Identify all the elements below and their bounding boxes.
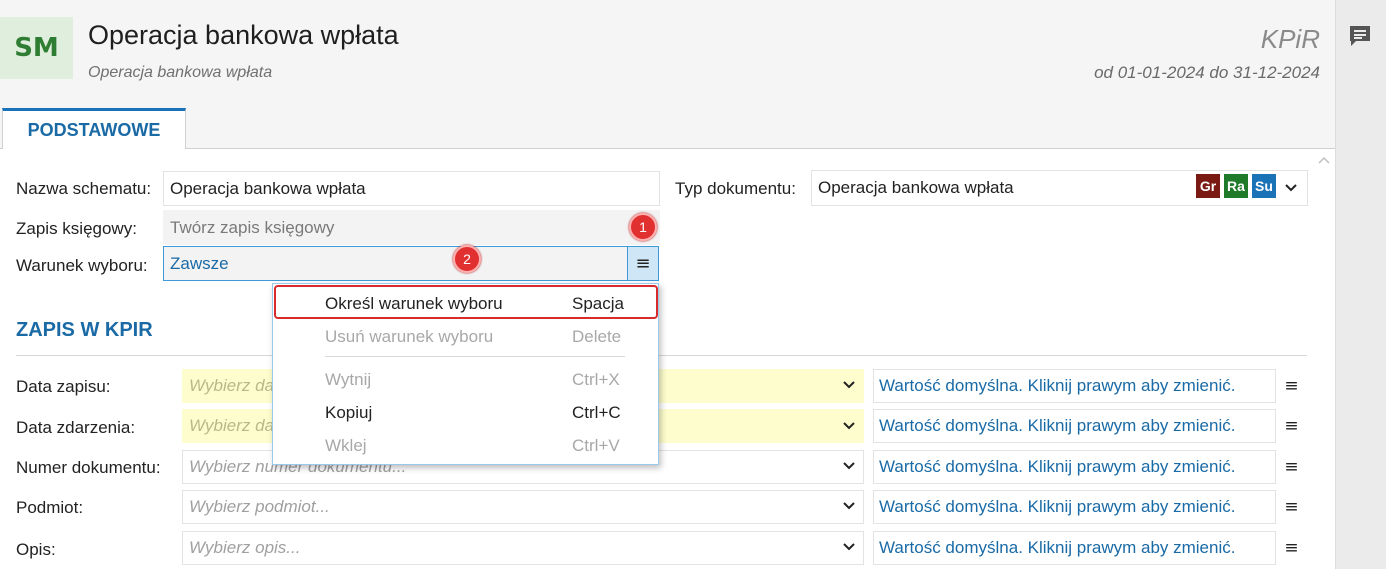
- menu-item-label: Wklej: [325, 436, 367, 455]
- chat-icon[interactable]: [1346, 22, 1374, 50]
- doc-type-ra-button[interactable]: Ra: [1224, 174, 1248, 198]
- section-title-kpir: ZAPIS W KPIR: [16, 319, 153, 341]
- menu-item-shortcut: Ctrl+V: [572, 436, 620, 455]
- menu-item-shortcut: Delete: [572, 327, 622, 346]
- menu-item-shortcut: Ctrl+C: [572, 403, 621, 422]
- avatar-badge: SM: [0, 17, 73, 79]
- description-select[interactable]: Wybierz opis...: [182, 531, 864, 565]
- chevron-down-icon[interactable]: [842, 499, 856, 513]
- menu-item-copy[interactable]: Kopiuj Ctrl+C: [273, 397, 658, 429]
- section-divider: [16, 355, 1307, 356]
- party-select[interactable]: Wybierz podmiot...: [182, 490, 864, 524]
- row-menu-button[interactable]: ≡: [1276, 450, 1307, 484]
- menu-item-paste[interactable]: Wklej Ctrl+V: [273, 430, 658, 462]
- default-value-link[interactable]: Wartość domyślna. Kliknij prawym aby zmi…: [873, 369, 1276, 403]
- row-label: Numer dokumentu:: [16, 458, 161, 477]
- row-menu-button[interactable]: ≡: [1276, 409, 1307, 443]
- row-label: Podmiot:: [16, 498, 84, 517]
- page-title: Operacja bankowa wpłata: [88, 20, 399, 50]
- right-sidebar: [1335, 0, 1386, 569]
- menu-item-label: Wytnij: [325, 370, 372, 389]
- menu-item-remove-condition[interactable]: Usuń warunek wyboru Delete: [273, 321, 658, 353]
- row-label: Data zdarzenia:: [16, 418, 136, 437]
- default-value-link[interactable]: Wartość domyślna. Kliknij prawym aby zmi…: [873, 450, 1276, 484]
- row-menu-button[interactable]: ≡: [1276, 490, 1307, 524]
- event-date-placeholder: Wybierz da: [189, 416, 275, 435]
- entry-label: Zapis księgowy:: [16, 219, 137, 238]
- name-label: Nazwa schematu:: [16, 179, 152, 198]
- date-entry-placeholder: Wybierz da: [189, 376, 275, 395]
- entry-field[interactable]: Twórz zapis księgowy: [163, 210, 660, 245]
- menu-separator: [325, 356, 625, 357]
- chevron-down-icon[interactable]: [842, 459, 856, 473]
- header: [0, 0, 1335, 106]
- default-value-link[interactable]: Wartość domyślna. Kliknij prawym aby zmi…: [873, 409, 1276, 443]
- menu-item-shortcut: Ctrl+X: [572, 370, 620, 389]
- page-subtitle: Operacja bankowa wpłata: [88, 64, 273, 81]
- chevron-down-icon[interactable]: [842, 540, 856, 554]
- doc-type-gr-button[interactable]: Gr: [1196, 174, 1220, 198]
- row-label: Data zapisu:: [16, 377, 111, 396]
- chevron-down-icon[interactable]: [842, 419, 856, 433]
- doc-type-su-button[interactable]: Su: [1252, 174, 1276, 198]
- default-value-link[interactable]: Wartość domyślna. Kliknij prawym aby zmi…: [873, 531, 1276, 565]
- highlight-frame: [274, 285, 658, 319]
- period-range: od 01-01-2024 do 31-12-2024: [1094, 63, 1320, 82]
- tab-podstawowe[interactable]: PODSTAWOWE: [2, 108, 186, 149]
- name-input[interactable]: Operacja bankowa wpłata: [163, 171, 660, 206]
- default-value-link[interactable]: Wartość domyślna. Kliknij prawym aby zmi…: [873, 490, 1276, 524]
- chevron-down-icon[interactable]: [842, 378, 856, 392]
- party-placeholder: Wybierz podmiot...: [189, 497, 330, 516]
- scroll-up-icon[interactable]: [1318, 155, 1330, 165]
- menu-item-label: Usuń warunek wyboru: [325, 327, 494, 346]
- doc-type-value: Operacja bankowa wpłata: [818, 178, 1014, 197]
- row-label: Opis:: [16, 540, 56, 559]
- condition-field[interactable]: Zawsze: [163, 246, 628, 281]
- callout-1: 1: [629, 213, 657, 241]
- condition-menu-button[interactable]: ≡: [627, 246, 659, 281]
- chevron-down-icon[interactable]: [1284, 181, 1298, 195]
- menu-item-label: Kopiuj: [325, 403, 373, 422]
- doc-type-label: Typ dokumentu:: [675, 179, 796, 198]
- row-menu-button[interactable]: ≡: [1276, 531, 1307, 565]
- row-menu-button[interactable]: ≡: [1276, 369, 1307, 403]
- condition-label: Warunek wyboru:: [16, 256, 148, 275]
- menu-item-cut[interactable]: Wytnij Ctrl+X: [273, 364, 658, 396]
- description-placeholder: Wybierz opis...: [189, 538, 301, 557]
- tab-bar: [0, 106, 1335, 149]
- module-name: KPiR: [1260, 24, 1320, 54]
- callout-2: 2: [453, 245, 481, 273]
